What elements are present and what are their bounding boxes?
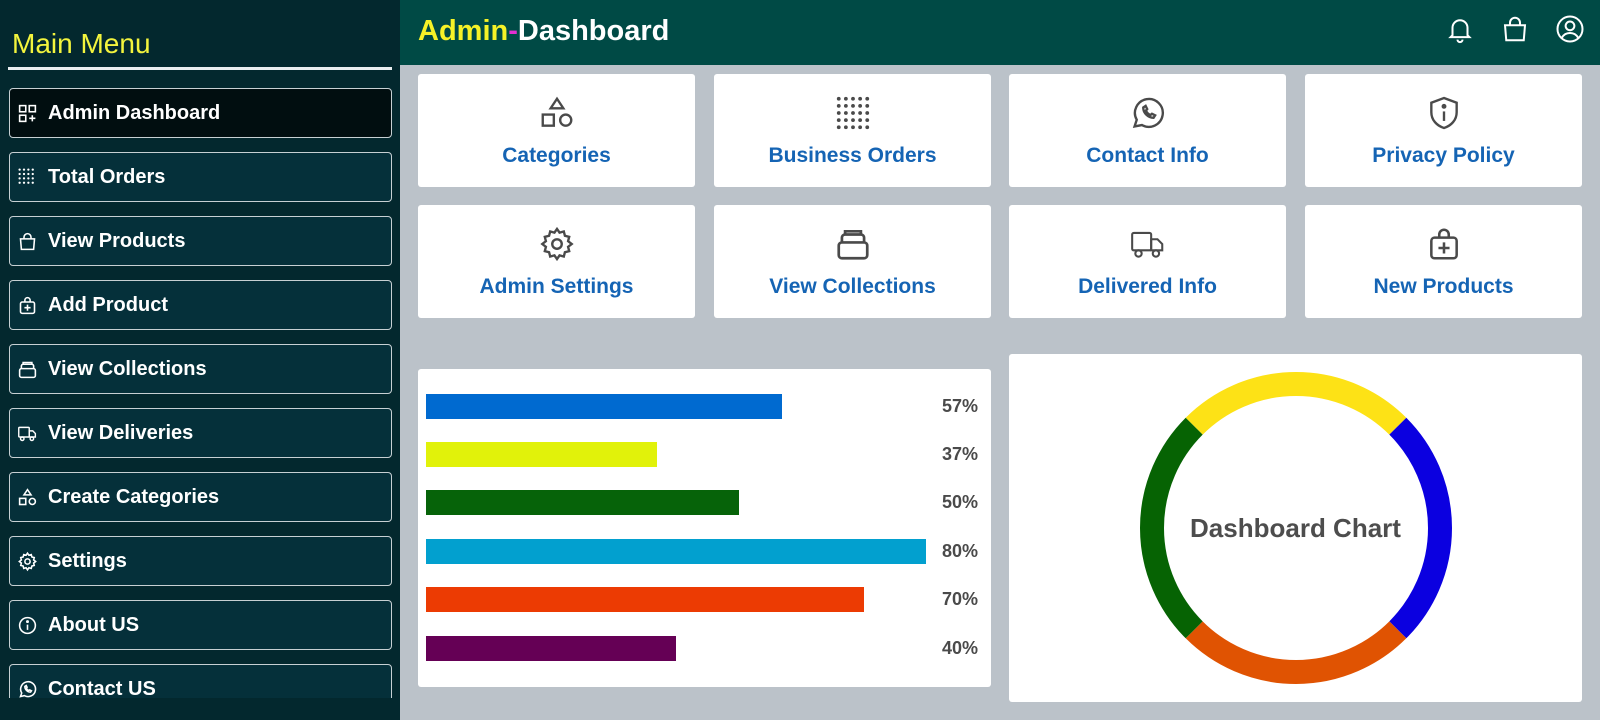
gear-icon [16, 550, 38, 572]
header-actions [1444, 13, 1586, 45]
tile-privacy-policy[interactable]: Privacy Policy [1305, 74, 1582, 187]
progress-row: 80% [426, 539, 986, 564]
tile-label: Delivered Info [1078, 275, 1217, 298]
stack-icon [16, 358, 38, 380]
sidebar-item-total-orders[interactable]: Total Orders [9, 152, 392, 202]
bell-icon[interactable] [1444, 13, 1476, 45]
sidebar-item-label: Settings [48, 549, 127, 572]
progress-percent: 37% [941, 444, 978, 464]
tile-business-orders[interactable]: Business Orders [714, 74, 991, 187]
donut-chart-card: Dashboard Chart [1009, 354, 1582, 702]
progress-percent: 57% [941, 396, 978, 416]
sidebar-item-contact-us[interactable]: Contact US [9, 664, 392, 698]
tile-delivered-info[interactable]: Delivered Info [1009, 205, 1286, 318]
progress-percent: 70% [941, 589, 978, 609]
progress-percent: 80% [941, 541, 978, 561]
shapes-icon [16, 486, 38, 508]
sidebar-item-add-product[interactable]: Add Product [9, 280, 392, 330]
progress-percent: 40% [941, 638, 978, 658]
progress-row: 40% [426, 636, 986, 661]
sidebar-item-label: View Collections [48, 357, 207, 380]
sidebar-item-label: Total Orders [48, 165, 166, 188]
progress-bar [426, 636, 676, 661]
progress-row: 37% [426, 442, 986, 467]
progress-row: 50% [426, 490, 986, 515]
tile-label: Categories [502, 144, 611, 167]
donut-segment-2 [1185, 621, 1407, 684]
info-icon [16, 614, 38, 636]
shopping-bag-icon [16, 230, 38, 252]
tile-admin-settings[interactable]: Admin Settings [418, 205, 695, 318]
stack-icon [714, 225, 991, 263]
truck-icon [16, 422, 38, 444]
donut-center-label: Dashboard Chart [1190, 513, 1401, 543]
tile-label: Privacy Policy [1372, 144, 1515, 167]
whatsapp-icon [1009, 94, 1286, 132]
app-brand: Admin-Dashboard [418, 15, 669, 48]
gear-icon [418, 225, 695, 263]
sidebar-item-label: Create Categories [48, 485, 220, 508]
sidebar-item-view-products[interactable]: View Products [9, 216, 392, 266]
tile-view-collections[interactable]: View Collections [714, 205, 991, 318]
tile-label: Contact Info [1086, 144, 1209, 167]
sidebar-item-label: About US [48, 613, 140, 636]
progress-bar [426, 490, 739, 515]
dashboard-grid-icon [16, 102, 38, 124]
progress-bar [426, 587, 864, 612]
tile-new-products[interactable]: New Products [1305, 205, 1582, 318]
brand-separator: - [508, 15, 518, 47]
dot-grid-icon [16, 166, 38, 188]
bag-plus-icon [1305, 225, 1582, 263]
donut-segment-0 [1185, 372, 1407, 435]
whatsapp-icon [16, 678, 38, 698]
shapes-icon [418, 94, 695, 132]
progress-row: 70% [426, 587, 986, 612]
tile-categories[interactable]: Categories [418, 74, 695, 187]
progress-bar [426, 539, 926, 564]
sidebar-item-admin-dashboard[interactable]: Admin Dashboard [9, 88, 392, 138]
sidebar-item-settings[interactable]: Settings [9, 536, 392, 586]
sidebar-item-label: Contact US [48, 677, 156, 699]
tile-label: Business Orders [768, 144, 937, 167]
sidebar-title: Main Menu [12, 28, 151, 59]
progress-percent: 50% [941, 492, 978, 512]
sidebar-menu: Admin Dashboard Total Orders View Produc… [9, 88, 392, 698]
progress-bars-card: 57% 37% 50% 80% 70% 40% [418, 369, 991, 687]
sidebar-item-label: Add Product [48, 293, 168, 316]
dot-grid-icon [714, 94, 991, 132]
tile-contact-info[interactable]: Contact Info [1009, 74, 1286, 187]
tile-label: New Products [1373, 275, 1514, 298]
shopping-bag-icon[interactable] [1499, 13, 1531, 45]
sidebar-item-about-us[interactable]: About US [9, 600, 392, 650]
sidebar-item-label: Admin Dashboard [48, 101, 221, 124]
sidebar-item-label: View Products [48, 229, 186, 252]
sidebar-divider [8, 67, 392, 70]
progress-row: 57% [426, 394, 986, 419]
shield-info-icon [1305, 94, 1582, 132]
tile-label: View Collections [769, 275, 936, 298]
brand-part-admin: Admin [418, 15, 509, 47]
tile-label: Admin Settings [479, 275, 634, 298]
sidebar-item-create-categories[interactable]: Create Categories [9, 472, 392, 522]
truck-icon [1009, 225, 1286, 263]
user-circle-icon[interactable] [1554, 13, 1586, 45]
sidebar-item-view-deliveries[interactable]: View Deliveries [9, 408, 392, 458]
progress-bar [426, 442, 657, 467]
top-header: Admin-Dashboard [400, 0, 1600, 65]
sidebar-item-label: View Deliveries [48, 421, 194, 444]
brand-part-dashboard: Dashboard [517, 15, 670, 47]
progress-bar [426, 394, 782, 419]
sidebar-item-view-collections[interactable]: View Collections [9, 344, 392, 394]
bag-plus-icon [16, 294, 38, 316]
sidebar: Main Menu Admin Dashboard Total Orders V… [0, 0, 400, 720]
